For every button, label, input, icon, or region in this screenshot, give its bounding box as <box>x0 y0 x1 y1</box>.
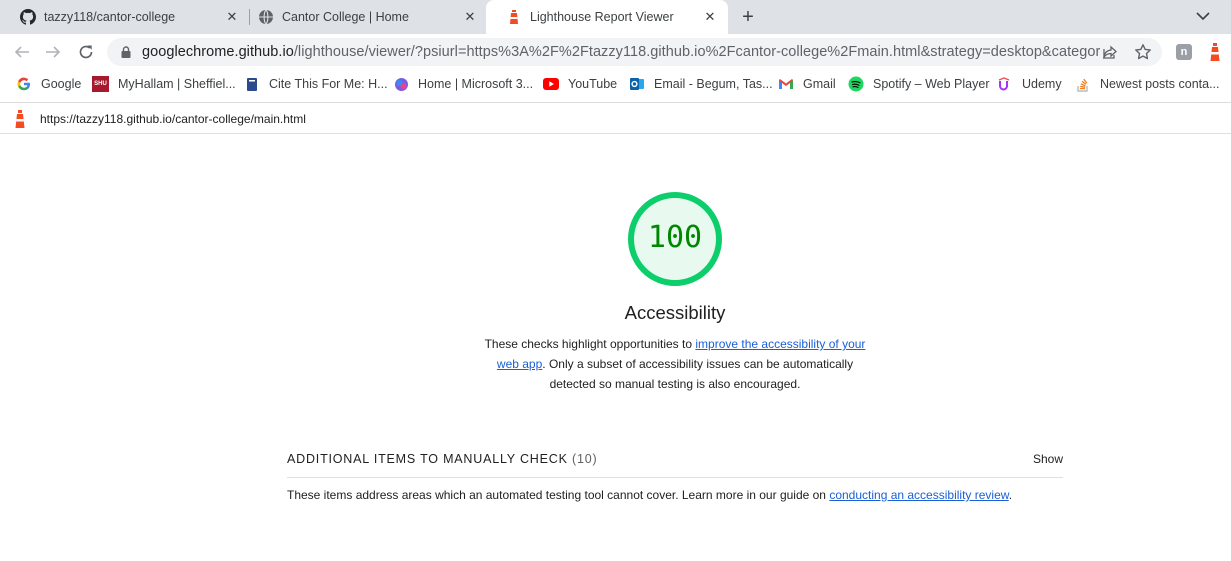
cite-icon <box>244 76 260 92</box>
forward-arrow-icon[interactable] <box>43 42 63 62</box>
udemy-icon <box>997 76 1013 92</box>
manual-checks-title: ADDITIONAL ITEMS TO MANUALLY CHECK (10) <box>287 452 597 466</box>
microsoft365-icon <box>393 76 409 92</box>
youtube-icon <box>543 76 559 92</box>
bookmark-email[interactable]: Email - Begum, Tas... <box>629 75 773 93</box>
category-title: Accessibility <box>624 302 726 323</box>
bookmark-spotify[interactable]: Spotify – Web Player <box>848 75 990 93</box>
bookmarks-bar: Google SHU MyHallam | Sheffiel... Cite T… <box>0 70 1231 98</box>
tab-title: Cantor College | Home <box>282 10 409 24</box>
bookmark-udemy[interactable]: Udemy <box>997 75 1062 93</box>
gmail-icon <box>778 76 794 92</box>
bookmark-label: Newest posts conta... <box>1100 77 1220 91</box>
lock-icon[interactable] <box>119 45 133 59</box>
bookmark-star-icon[interactable] <box>1134 43 1152 61</box>
address-bar[interactable]: googlechrome.github.io/lighthouse/viewer… <box>107 38 1162 66</box>
tab-github[interactable]: tazzy118/cantor-college ✕ <box>0 0 250 34</box>
extension-icon[interactable]: n <box>1176 44 1192 60</box>
bookmark-label: Google <box>41 77 82 91</box>
tab-strip: tazzy118/cantor-college ✕ Cantor College… <box>0 0 1231 34</box>
tab-cantor[interactable]: Cantor College | Home ✕ <box>238 0 488 34</box>
new-tab-button[interactable]: + <box>737 6 759 28</box>
back-arrow-icon[interactable] <box>12 42 32 62</box>
globe-icon <box>258 9 274 25</box>
url-path: /lighthouse/viewer/?psiurl=https%3A%2F%2… <box>293 44 1100 60</box>
lighthouse-icon <box>506 9 522 25</box>
browser-toolbar: googlechrome.github.io/lighthouse/viewer… <box>0 34 1231 70</box>
google-icon <box>16 76 32 92</box>
manual-checks-description: These items address areas which an autom… <box>287 488 1063 502</box>
tab-title: tazzy118/cantor-college <box>44 10 176 24</box>
close-icon[interactable]: ✕ <box>462 9 478 25</box>
bookmark-label: Home | Microsoft 3... <box>418 77 534 91</box>
tab-lighthouse[interactable]: Lighthouse Report Viewer ✕ <box>486 0 728 34</box>
shu-icon: SHU <box>92 76 109 92</box>
spotify-icon <box>848 76 864 92</box>
bookmark-youtube[interactable]: YouTube <box>543 75 617 93</box>
chevron-down-icon[interactable] <box>1193 6 1213 26</box>
manual-checks-label: ADDITIONAL ITEMS TO MANUALLY CHECK <box>287 452 568 466</box>
bookmark-stackoverflow[interactable]: Newest posts conta... <box>1075 75 1220 93</box>
share-icon[interactable] <box>1102 44 1118 60</box>
bookmark-label: YouTube <box>568 77 618 91</box>
bookmark-label: Cite This For Me: H... <box>269 77 388 91</box>
github-icon <box>20 9 36 25</box>
manual-checks-count: (10) <box>572 452 598 466</box>
manual-checks-header[interactable]: ADDITIONAL ITEMS TO MANUALLY CHECK (10) … <box>287 450 1063 478</box>
description-text-before: These checks highlight opportunities to <box>484 337 696 351</box>
show-toggle-button[interactable]: Show <box>1033 452 1063 466</box>
category-description: These checks highlight opportunities to … <box>478 334 872 394</box>
reload-icon[interactable] <box>76 42 96 62</box>
description-text-after: . Only a subset of accessibility issues … <box>542 357 854 391</box>
url-text[interactable]: googlechrome.github.io/lighthouse/viewer… <box>142 44 1100 60</box>
bookmark-microsoft365[interactable]: Home | Microsoft 3... <box>393 75 533 93</box>
bookmark-label: Gmail <box>803 77 836 91</box>
manual-text-after: . <box>1008 488 1013 502</box>
url-host: googlechrome.github.io <box>142 44 294 60</box>
manual-text-before: These items address areas which an autom… <box>287 488 830 502</box>
report-url[interactable]: https://tazzy118.github.io/cantor-colleg… <box>40 112 306 126</box>
bookmark-label: Udemy <box>1022 77 1062 91</box>
lighthouse-extension-icon[interactable] <box>1207 42 1225 62</box>
tab-title: Lighthouse Report Viewer <box>530 10 674 24</box>
lighthouse-logo-icon <box>12 109 28 129</box>
stackoverflow-icon <box>1075 76 1091 92</box>
score-value: 100 <box>647 220 703 255</box>
close-icon[interactable]: ✕ <box>702 9 718 25</box>
report-topbar: https://tazzy118.github.io/cantor-colleg… <box>0 103 1231 134</box>
bookmark-myhallam[interactable]: SHU MyHallam | Sheffiel... <box>92 75 236 93</box>
bookmark-citethisforme[interactable]: Cite This For Me: H... <box>244 75 388 93</box>
bookmark-google[interactable]: Google <box>16 75 81 93</box>
bookmark-label: MyHallam | Sheffiel... <box>118 77 236 91</box>
accessibility-review-link[interactable]: conducting an accessibility review <box>829 488 1008 502</box>
bookmark-label: Spotify – Web Player <box>873 77 990 91</box>
bookmark-gmail[interactable]: Gmail <box>778 75 836 93</box>
bookmark-label: Email - Begum, Tas... <box>654 77 773 91</box>
outlook-icon <box>629 76 645 92</box>
